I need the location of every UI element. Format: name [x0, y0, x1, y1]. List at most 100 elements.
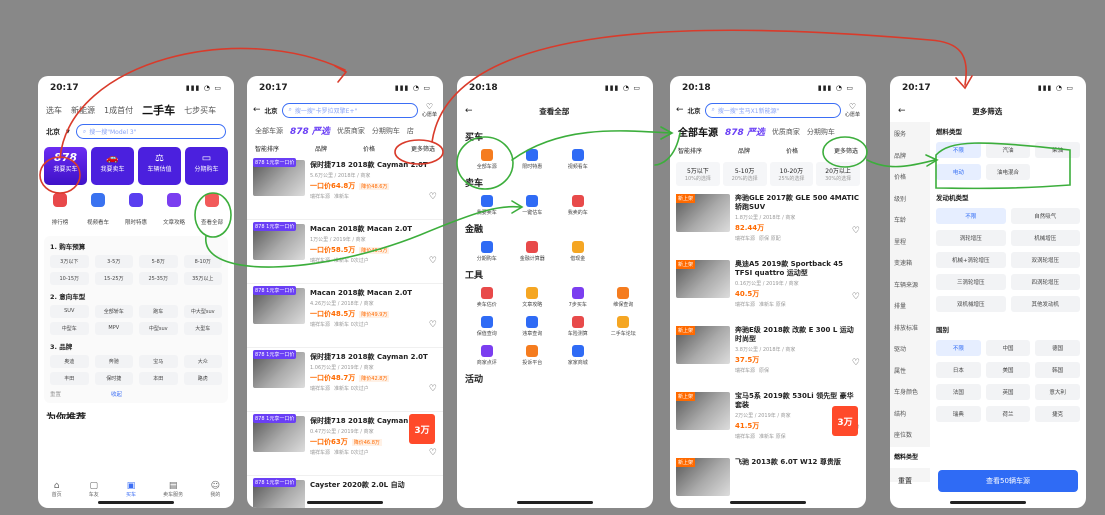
fuel-chip[interactable]: 电动 [936, 164, 981, 180]
country-chip[interactable]: 美国 [985, 362, 1031, 378]
nav-home[interactable]: ⌂ 首页 [52, 481, 62, 498]
brand-chip[interactable]: 奥迪 [50, 355, 89, 368]
entry-item[interactable]: 我卖的车 [556, 195, 600, 216]
fuel-chip[interactable]: 汽油 [985, 142, 1031, 158]
sidebar-item[interactable]: 排放标准 [890, 318, 930, 340]
tab-all[interactable]: 全部车源 [255, 126, 283, 136]
tab-low-down[interactable]: 1成首付 [104, 105, 133, 116]
reset-button[interactable]: 重置 [898, 476, 928, 486]
tab-installment[interactable]: 分期购车 [372, 126, 400, 136]
icon-video[interactable]: 视频看车 [82, 193, 114, 228]
engine-chip[interactable]: 自然吸气 [1010, 208, 1080, 224]
entry-item[interactable]: 一键估车 [511, 195, 555, 216]
engine-chip[interactable]: 不限 [936, 208, 1006, 224]
country-chip[interactable]: 捷克 [1035, 406, 1080, 422]
price-range-chip[interactable]: 20万以上 30%的选择 [816, 162, 860, 186]
reset-button[interactable]: 重置 [50, 390, 61, 398]
brand-chip[interactable]: 保时捷 [94, 372, 133, 385]
country-chip[interactable]: 中国 [985, 340, 1031, 356]
tab-878[interactable]: 878 严选 [290, 124, 330, 137]
heart-icon[interactable]: ♡ [429, 256, 437, 266]
country-chip[interactable]: 英国 [985, 384, 1031, 400]
type-chip[interactable]: 全部轿车 [94, 305, 133, 318]
budget-chip[interactable]: 3万以下 [50, 255, 89, 268]
filter-brand[interactable]: 品牌 [738, 146, 750, 155]
icon-articles[interactable]: 文章攻略 [158, 193, 190, 228]
brand-chip[interactable]: 丰田 [50, 372, 89, 385]
promo-badge[interactable]: 3万 [832, 406, 858, 436]
tab-seven-steps[interactable]: 七步买车 [184, 105, 216, 116]
fuel-chip[interactable]: 柴油 [1035, 142, 1080, 158]
entry-item[interactable]: 限时特惠 [511, 149, 555, 170]
card-buy-car[interactable]: 878 我要买车 [44, 147, 87, 185]
entry-item[interactable]: 全部车源 [465, 149, 509, 170]
filter-sort[interactable]: 智能排序 [678, 146, 702, 155]
search-input[interactable]: ⌕ 搜一搜"卡罗拉双擎E+" [281, 102, 418, 118]
price-range-chip[interactable]: 5-10万 20%的选择 [722, 162, 767, 186]
sidebar-item[interactable]: 座位数 [890, 425, 930, 447]
entry-item[interactable]: 投诉平台 [511, 345, 555, 366]
budget-chip[interactable]: 10-15万 [50, 272, 89, 285]
nav-community[interactable]: ▢ 车友 [89, 481, 99, 498]
brand-chip[interactable]: 路虎 [183, 372, 222, 385]
sidebar-item[interactable]: 里程 [890, 232, 930, 254]
entry-item[interactable]: 保值查询 [465, 316, 509, 337]
budget-chip[interactable]: 3-5万 [94, 255, 133, 268]
type-chip[interactable]: MPV [94, 322, 133, 335]
sidebar-item[interactable]: 车龄 [890, 210, 930, 232]
entry-item[interactable]: 分期购车 [465, 241, 509, 262]
country-chip[interactable]: 不限 [936, 340, 981, 356]
car-list-item[interactable]: 878 1元享一口价 保时捷718 2018款 Cayman 2.0T 5.6万公里… [247, 156, 443, 220]
heart-icon[interactable]: ♡ [429, 384, 437, 394]
entry-item[interactable]: 7步买车 [556, 287, 600, 308]
brand-chip[interactable]: 本田 [139, 372, 178, 385]
sidebar-item[interactable]: 结构 [890, 404, 930, 426]
card-valuation[interactable]: ⚖ 车辆估值 [138, 147, 181, 185]
country-chip[interactable]: 荷兰 [985, 406, 1031, 422]
tab-new-energy[interactable]: 新能源 [71, 105, 95, 116]
filter-price[interactable]: 价格 [363, 144, 375, 153]
entry-item[interactable]: 我要卖车 [465, 195, 509, 216]
nav-buy[interactable]: ▣ 买车 [126, 481, 136, 498]
type-chip[interactable]: 中大型suv [183, 305, 222, 318]
tab-installment[interactable]: 分期购车 [807, 127, 835, 137]
entry-item[interactable]: 维保查询 [602, 287, 646, 308]
brand-chip[interactable]: 大众 [183, 355, 222, 368]
filter-price[interactable]: 价格 [786, 146, 798, 155]
engine-chip[interactable]: 涡轮增压 [936, 230, 1006, 246]
tab-quality[interactable]: 优质商家 [337, 126, 365, 136]
city-selector[interactable]: 北京 [265, 105, 278, 115]
tab-used-car[interactable]: 二手车 [142, 102, 175, 118]
price-range-chip[interactable]: 5万以下 10%的选择 [676, 162, 720, 186]
brand-chip[interactable]: 奔驰 [94, 355, 133, 368]
icon-deals[interactable]: 限时特惠 [120, 193, 152, 228]
back-arrow-icon[interactable]: ← [465, 106, 473, 116]
budget-chip[interactable]: 35万以上 [183, 272, 222, 285]
heart-icon[interactable]: ♡ [429, 192, 437, 202]
entry-item[interactable]: 借现金 [556, 241, 600, 262]
wishlist-button[interactable]: ♡ 心愿单 [845, 102, 860, 118]
car-list-item[interactable]: 878 1元享一口价 保时捷718 2018款 Cayman 2.0T 1.06万公… [247, 348, 443, 412]
sidebar-item[interactable]: 级别 [890, 189, 930, 211]
price-range-chip[interactable]: 10-20万 25%的选择 [769, 162, 814, 186]
budget-chip[interactable]: 8-10万 [183, 255, 222, 268]
heart-icon[interactable]: ♡ [429, 320, 437, 330]
back-arrow-icon[interactable]: ← [253, 105, 261, 115]
engine-chip[interactable]: 机械+涡轮增压 [936, 252, 1006, 268]
type-chip[interactable]: 中型车 [50, 322, 89, 335]
tab-store[interactable]: 店 [407, 126, 414, 136]
entry-item[interactable]: 金融计算器 [511, 241, 555, 262]
sidebar-item[interactable]: 变速箱 [890, 253, 930, 275]
view-results-button[interactable]: 查看50辆车源 [938, 470, 1078, 492]
car-list-item[interactable]: 878 1元享一口价 Macan 2018款 Macan 2.0T 4.26万公里 … [247, 284, 443, 348]
city-selector[interactable]: 北京 [46, 127, 60, 137]
car-list-item[interactable]: 新上架 奥迪A5 2019款 Sportback 45 TFSI quattro … [670, 256, 866, 322]
filter-more[interactable]: 更多筛选 [411, 144, 435, 153]
filter-more[interactable]: 更多筛选 [834, 146, 858, 155]
heart-icon[interactable]: ♡ [852, 292, 860, 302]
sidebar-item[interactable]: 属性 [890, 361, 930, 383]
brand-chip[interactable]: 宝马 [139, 355, 178, 368]
sidebar-item[interactable]: 品牌 [890, 146, 930, 168]
filter-sort[interactable]: 智能排序 [255, 144, 279, 153]
car-list-item[interactable]: 新上架 飞驰 2013款 6.0T W12 尊贵版 [670, 454, 866, 508]
